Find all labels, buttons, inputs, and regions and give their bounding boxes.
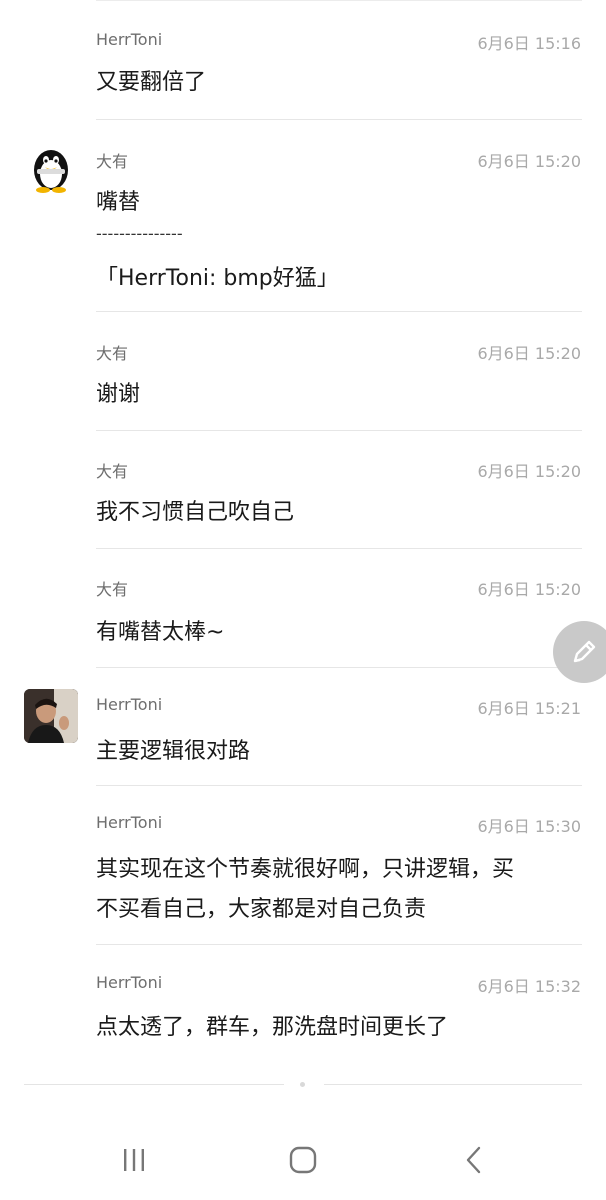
back-button[interactable] [444, 1140, 504, 1180]
sender-name[interactable]: 大有 [96, 340, 128, 364]
qq-penguin-avatar[interactable] [24, 140, 78, 194]
message-text: 谢谢 [96, 382, 141, 407]
recent-apps-icon [124, 1149, 144, 1171]
message-item[interactable]: 大有 6月6日 15:20 谢谢 [0, 312, 606, 431]
message-text: 点太透了，群车，那洗盘时间更长了 [96, 1015, 449, 1040]
footer-divider [324, 1084, 582, 1085]
message-time: 6月6日 15:32 [477, 977, 581, 996]
message-time: 6月6日 15:20 [477, 152, 581, 171]
penguin-icon [34, 150, 68, 193]
sender-name[interactable]: HerrToni [96, 695, 162, 714]
message-text: 其实现在这个节奏就很好啊，只讲逻辑，买 [96, 857, 515, 882]
message-text: 主要逻辑很对路 [96, 739, 251, 764]
system-nav-bar [0, 1120, 606, 1200]
message-text: 又要翻倍了 [96, 70, 207, 95]
sender-name[interactable]: HerrToni [96, 30, 162, 49]
top-divider [96, 0, 582, 1]
message-time: 6月6日 15:30 [477, 817, 581, 836]
message-item[interactable]: 大有 6月6日 15:20 嘴替 --------------- 「HerrTo… [0, 120, 606, 312]
compose-button[interactable] [553, 621, 606, 683]
message-time: 6月6日 15:20 [477, 462, 581, 481]
sender-name[interactable]: 大有 [96, 576, 128, 600]
user-photo-avatar[interactable] [24, 689, 78, 743]
pencil-icon [573, 640, 596, 663]
footer-divider [24, 1084, 284, 1085]
quoted-message[interactable]: 「HerrToni: bmp好猛」 [96, 260, 339, 292]
sender-name[interactable]: HerrToni [96, 813, 162, 832]
message-item[interactable]: HerrToni 6月6日 15:30 其实现在这个节奏就很好啊，只讲逻辑，买 … [0, 785, 606, 945]
message-item[interactable]: 大有 6月6日 15:20 我不习惯自己吹自己 [0, 430, 606, 549]
message-item[interactable]: 大有 6月6日 15:20 有嘴替太棒~ [0, 548, 606, 668]
message-time: 6月6日 15:20 [477, 580, 581, 599]
message-time: 6月6日 15:20 [477, 344, 581, 363]
sender-name[interactable]: 大有 [96, 148, 128, 172]
home-button[interactable] [273, 1140, 333, 1180]
person-photo-icon [24, 689, 78, 743]
home-icon [289, 1146, 317, 1174]
message-text: 我不习惯自己吹自己 [96, 500, 295, 525]
message-text: 嘴替 [96, 190, 141, 215]
quote-separator: --------------- [96, 224, 183, 243]
message-text: 有嘴替太棒~ [96, 620, 225, 645]
message-item[interactable]: HerrToni 6月6日 15:16 又要翻倍了 [0, 2, 606, 120]
page-indicator-dot [300, 1082, 305, 1087]
recent-apps-button[interactable] [104, 1140, 164, 1180]
message-time: 6月6日 15:16 [477, 34, 581, 53]
sender-name[interactable]: 大有 [96, 458, 128, 482]
back-icon [466, 1146, 481, 1174]
sender-name[interactable]: HerrToni [96, 973, 162, 992]
message-text: 不买看自己，大家都是对自己负责 [96, 897, 427, 922]
message-item[interactable]: HerrToni 6月6日 15:21 主要逻辑很对路 [0, 667, 606, 786]
message-time: 6月6日 15:21 [477, 699, 581, 718]
message-item[interactable]: HerrToni 6月6日 15:32 点太透了，群车，那洗盘时间更长了 [0, 945, 606, 1065]
